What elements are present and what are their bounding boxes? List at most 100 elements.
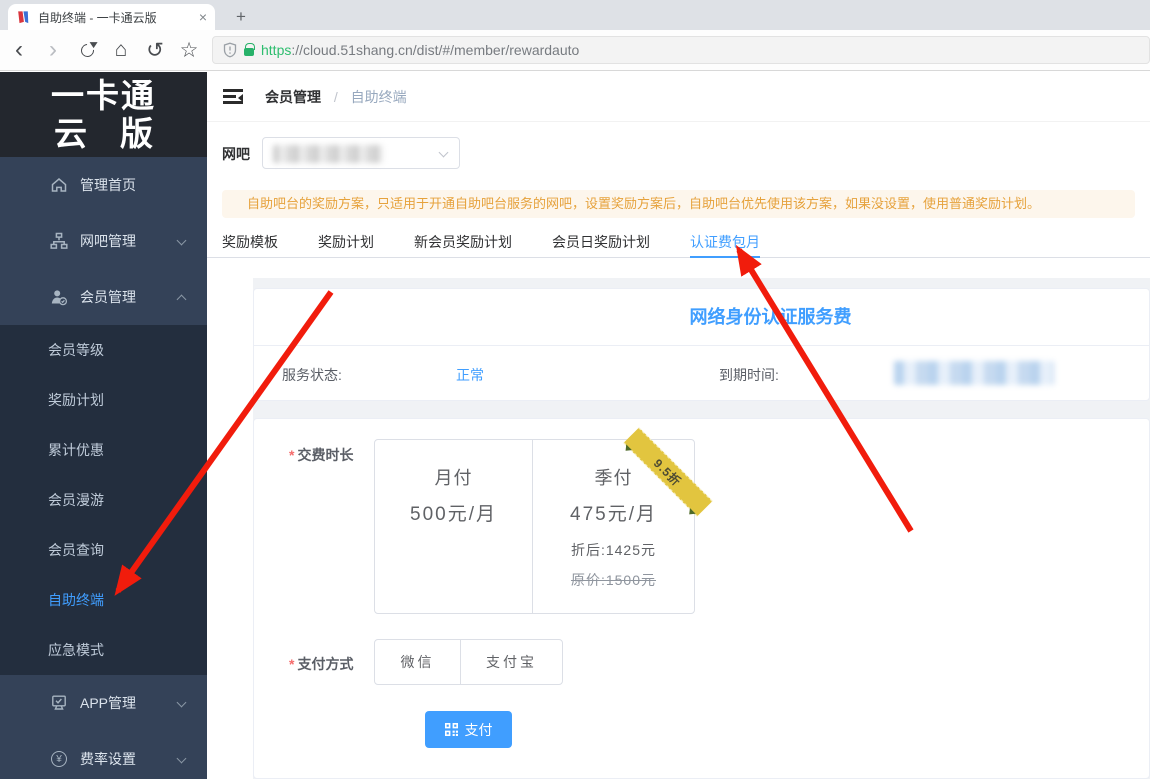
browser-tab[interactable]: 自助终端 - 一卡通云版 ×	[8, 4, 215, 30]
chevron-down-icon	[176, 697, 187, 708]
sidebar-subitem-member-query[interactable]: 会员查询	[0, 525, 207, 575]
tab-auth-fee-monthly[interactable]: 认证费包月	[690, 228, 760, 258]
netbar-select[interactable]	[262, 137, 460, 169]
pay-button-label: 支付	[464, 721, 493, 738]
breadcrumb-separator: /	[333, 88, 338, 105]
url-bar[interactable]: https://cloud.51shang.cn/dist/#/member/r…	[212, 36, 1150, 64]
sidebar-item-label: APP管理	[80, 695, 137, 711]
site-favicon-icon	[18, 11, 29, 24]
subitem-label: 会员等级	[48, 342, 104, 358]
sidebar-subitem-reward-plan[interactable]: 奖励计划	[0, 375, 207, 425]
breadcrumb-member[interactable]: 会员管理	[265, 89, 321, 105]
app-logo: 一卡通 云 版	[0, 72, 207, 157]
expire-value-blurred	[894, 361, 1054, 385]
yuan-symbol: ¥	[56, 753, 62, 765]
payment-method-options: 微信 支付宝	[374, 639, 563, 685]
payment-method-label: * 支付方式	[289, 654, 353, 674]
method-alipay[interactable]: 支付宝	[461, 640, 562, 684]
main-content: 会员管理 / 自助终端 网吧 自助吧台的奖励方案，只适用于开通自助吧台服务的网吧…	[207, 72, 1150, 779]
app-icon	[50, 694, 68, 712]
payment-form-card: * 交费时长 月付 500元/月 季付 475元/月 折后:1425元 原价:15…	[253, 418, 1150, 779]
netbar-select-value-blurred	[273, 145, 383, 163]
subitem-label: 会员查询	[48, 542, 104, 558]
method-wechat[interactable]: 微信	[375, 640, 461, 684]
sidebar-subitem-emergency-mode[interactable]: 应急模式	[0, 625, 207, 675]
sidebar-subitem-member-roaming[interactable]: 会员漫游	[0, 475, 207, 525]
home-button[interactable]: ⌂	[106, 35, 136, 65]
url-rest: ://cloud.51shang.cn/dist/#/member/reward…	[291, 42, 580, 58]
new-tab-button[interactable]: +	[228, 4, 254, 30]
status-value: 正常	[456, 367, 484, 383]
breadcrumb-bar: 会员管理 / 自助终端	[207, 72, 1150, 122]
bookmark-star-button[interactable]: ☆	[174, 35, 204, 65]
tab-member-day-reward[interactable]: 会员日奖励计划	[552, 228, 650, 258]
undo-button[interactable]: ↺	[140, 35, 170, 65]
plan-options: 月付 500元/月 季付 475元/月 折后:1425元 原价:1500元 9.…	[374, 427, 713, 614]
plan-quarterly[interactable]: 季付 475元/月 折后:1425元 原价:1500元 9.5折	[533, 427, 713, 613]
reload-icon	[77, 40, 97, 60]
logo-line2: 云 版	[54, 114, 153, 152]
subitem-label: 奖励计划	[48, 392, 104, 408]
sidebar-item-app[interactable]: APP管理	[0, 675, 207, 731]
rate-icon: ¥	[50, 750, 68, 768]
breadcrumb-self-terminal: 自助终端	[350, 88, 407, 105]
pay-button[interactable]: 支付	[425, 711, 512, 748]
tab-close-icon[interactable]: ×	[199, 10, 207, 24]
sidebar-item-label: 会员管理	[80, 289, 136, 305]
required-mark: *	[289, 656, 295, 672]
plan-price: 500元/月	[410, 504, 497, 525]
plan-name: 月付	[434, 468, 473, 488]
shield-icon	[223, 42, 237, 58]
sidebar-item-label: 管理首页	[80, 177, 136, 193]
status-row: 服务状态: 正常 到期时间:	[254, 346, 1149, 401]
sidebar-item-netbar[interactable]: 网吧管理	[0, 213, 207, 269]
chevron-down-icon	[176, 753, 187, 764]
expire-label: 到期时间:	[719, 367, 779, 383]
required-mark: *	[289, 447, 295, 463]
sidebar-subitem-member-level[interactable]: 会员等级	[0, 325, 207, 375]
screen: 自助终端 - 一卡通云版 × + ‹ › ⌂ ↺ ☆ https://cloud…	[0, 0, 1150, 779]
subitem-label: 会员漫游	[48, 492, 104, 508]
plan-price: 475元/月	[570, 504, 657, 525]
sitemap-icon	[50, 232, 68, 250]
duration-label: * 交费时长	[289, 445, 353, 465]
tab-new-member-reward[interactable]: 新会员奖励计划	[414, 228, 512, 258]
url-text: https://cloud.51shang.cn/dist/#/member/r…	[261, 42, 579, 58]
tab-bar: 奖励模板 奖励计划 新会员奖励计划 会员日奖励计划 认证费包月	[207, 228, 1150, 258]
forward-button[interactable]: ›	[38, 35, 68, 65]
browser-tabstrip: 自助终端 - 一卡通云版 × +	[0, 0, 1150, 30]
notice-banner: 自助吧台的奖励方案，只适用于开通自助吧台服务的网吧，设置奖励方案后，自助吧台优先…	[222, 190, 1135, 218]
app-window: 一卡通 云 版 管理首页 网吧管理 会员管理 会员等级 奖励计划 累计优惠 会员…	[0, 72, 1150, 779]
sidebar-item-member[interactable]: 会员管理	[0, 269, 207, 325]
back-button[interactable]: ‹	[4, 35, 34, 65]
browser-toolbar: ‹ › ⌂ ↺ ☆ https://cloud.51shang.cn/dist/…	[0, 30, 1150, 71]
sidebar-item-dashboard[interactable]: 管理首页	[0, 157, 207, 213]
member-icon	[50, 288, 68, 306]
chevron-up-icon	[176, 294, 187, 305]
collapse-sidebar-icon[interactable]	[223, 89, 243, 104]
plan-name: 季付	[594, 468, 633, 488]
sidebar: 一卡通 云 版 管理首页 网吧管理 会员管理 会员等级 奖励计划 累计优惠 会员…	[0, 72, 207, 779]
lock-icon	[244, 43, 255, 56]
qrcode-icon	[444, 723, 458, 736]
plan-original-price: 原价:1500元	[570, 572, 657, 588]
reload-button[interactable]	[72, 35, 102, 65]
subitem-label: 累计优惠	[48, 442, 104, 458]
url-scheme: https	[261, 42, 292, 58]
tab-reward-template[interactable]: 奖励模板	[222, 228, 278, 258]
payment-label-text: 支付方式	[297, 656, 354, 672]
service-status-card: 网络身份认证服务费 服务状态: 正常 到期时间:	[253, 288, 1150, 401]
sidebar-subitem-self-terminal[interactable]: 自助终端	[0, 575, 207, 625]
breadcrumb: 会员管理 / 自助终端	[265, 87, 407, 107]
chevron-down-icon	[176, 235, 187, 246]
tab-reward-plan[interactable]: 奖励计划	[318, 228, 374, 258]
subitem-label: 自助终端	[48, 592, 104, 608]
plan-monthly[interactable]: 月付 500元/月	[375, 440, 533, 613]
duration-label-text: 交费时长	[297, 447, 354, 463]
service-title: 网络身份认证服务费	[254, 289, 1149, 346]
sidebar-item-rate[interactable]: ¥ 费率设置	[0, 731, 207, 779]
chevron-down-icon	[438, 147, 449, 158]
logo-line1: 一卡通	[51, 76, 156, 114]
tab-title: 自助终端 - 一卡通云版	[38, 10, 157, 25]
sidebar-subitem-cumulative-discount[interactable]: 累计优惠	[0, 425, 207, 475]
